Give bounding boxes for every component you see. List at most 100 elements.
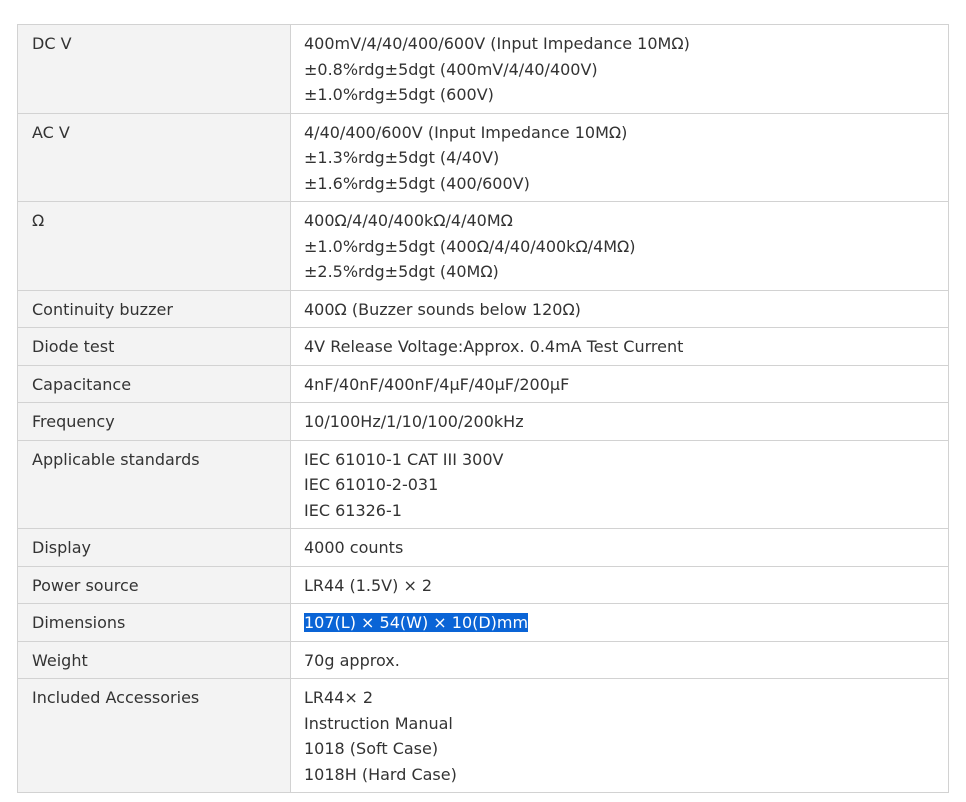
spec-value-cell: 10/100Hz/1/10/100/200kHz (290, 402, 949, 441)
spec-label-cell: Included Accessories (17, 678, 291, 793)
spec-label: Display (32, 538, 91, 557)
spec-row: DC V 400mV/4/40/400/600V (Input Impedance… (17, 24, 949, 114)
spec-value-line: 1018H (Hard Case) (304, 762, 938, 788)
spec-value-text: 70g approx. (304, 650, 400, 670)
spec-value-cell: LR44× 2 Instruction Manual 1018 (Soft Case… (290, 678, 949, 793)
spec-label-cell: Capacitance (17, 364, 291, 403)
spec-value-line: 1018 (Soft Case) (304, 736, 938, 762)
spec-value-line: 10/100Hz/1/10/100/200kHz (304, 409, 938, 435)
spec-value-text: LR44 (1.5V) × 2 (304, 575, 433, 595)
selected-text[interactable]: 107(L) × 54(W) × 10(D)mm (304, 613, 529, 632)
spec-value-line: LR44× 2 (304, 685, 938, 711)
spec-row: Included Accessories LR44× 2 Instruction M… (17, 678, 949, 793)
spec-value-line: 400Ω (Buzzer sounds below 120Ω) (304, 297, 938, 323)
spec-label-cell: Dimensions (17, 603, 291, 642)
spec-value-cell: 400Ω/4/40/400kΩ/4/40MΩ ±1.0%rdg±5dgt (400… (290, 201, 949, 291)
spec-value-text: ±1.0%rdg±5dgt (400Ω/4/40/400kΩ/4MΩ) (304, 236, 636, 256)
spec-value-text: 400Ω/4/40/400kΩ/4/40MΩ (304, 211, 513, 230)
spec-value-line: 4V Release Voltage:Approx. 0.4mA Test Cu… (304, 334, 938, 360)
spec-value-line: 107(L) × 54(W) × 10(D)mm (304, 610, 938, 636)
spec-value-line: 400Ω/4/40/400kΩ/4/40MΩ (304, 208, 938, 234)
spec-value-cell: 4/40/400/600V (Input Impedance 10MΩ) ±1.3… (290, 112, 949, 202)
spec-value-line: LR44 (1.5V) × 2 (304, 573, 938, 599)
spec-label: Diode test (32, 337, 115, 356)
spec-value-line: IEC 61010-1 CAT III 300V (304, 447, 938, 473)
spec-value-text: Instruction Manual (304, 713, 453, 733)
spec-value-text: ±1.3%rdg±5dgt (4/40V) (304, 148, 500, 167)
spec-value-text: LR44× 2 (304, 688, 374, 707)
spec-row: AC V 4/40/400/600V (Input Impedance 10MΩ)… (17, 112, 949, 202)
spec-value-text: 4000 counts (304, 538, 404, 557)
spec-value-cell: 4000 counts (290, 528, 949, 567)
spec-value-text: 1018H (Hard Case) (304, 764, 457, 784)
spec-label: AC V (32, 122, 70, 142)
spec-value-text: 4nF/40nF/400nF/4μF/40μF/200μF (304, 374, 570, 394)
spec-value-text: 4V Release Voltage:Approx. 0.4mA Test Cu… (304, 337, 684, 356)
spec-label: Applicable standards (32, 449, 200, 469)
spec-label-cell: Ω (17, 201, 291, 291)
spec-value-text: 10/100Hz/1/10/100/200kHz (304, 412, 524, 431)
spec-row: Applicable standards IEC 61010-1 CAT III … (17, 439, 949, 529)
spec-value-text: IEC 61010-2-031 (304, 475, 439, 494)
spec-value-line: ±1.3%rdg±5dgt (4/40V) (304, 145, 938, 171)
spec-label-cell: Frequency (17, 402, 291, 441)
spec-row: Power source LR44 (1.5V) × 2 (17, 565, 949, 604)
spec-value-line: ±1.6%rdg±5dgt (400/600V) (304, 171, 938, 197)
spec-value-cell: 4V Release Voltage:Approx. 0.4mA Test Cu… (290, 327, 949, 366)
spec-row: Continuity buzzer 400Ω (Buzzer sounds bel… (17, 289, 949, 328)
spec-value-line: IEC 61326-1 (304, 498, 938, 524)
spec-value-cell: 107(L) × 54(W) × 10(D)mm (290, 603, 949, 642)
spec-value-cell: 70g approx. (290, 640, 949, 679)
spec-value-line: ±1.0%rdg±5dgt (400Ω/4/40/400kΩ/4MΩ) (304, 234, 938, 260)
spec-value-line: ±1.0%rdg±5dgt (600V) (304, 82, 938, 108)
spec-value-cell: 4nF/40nF/400nF/4μF/40μF/200μF (290, 364, 949, 403)
spec-value-text: 400Ω (Buzzer sounds below 120Ω) (304, 299, 581, 319)
spec-label-cell: Diode test (17, 327, 291, 366)
spec-value-line: 4/40/400/600V (Input Impedance 10MΩ) (304, 120, 938, 146)
spec-value-text: IEC 61010-1 CAT III 300V (304, 449, 504, 469)
spec-value-line: 4nF/40nF/400nF/4μF/40μF/200μF (304, 372, 938, 398)
spec-label: Ω (32, 211, 45, 230)
spec-label-cell: Weight (17, 640, 291, 679)
spec-value-text: ±2.5%rdg±5dgt (40MΩ) (304, 262, 499, 281)
spec-label-cell: Power source (17, 565, 291, 604)
spec-label: Power source (32, 575, 139, 595)
spec-value-line: 70g approx. (304, 648, 938, 674)
spec-value-text: ±1.0%rdg±5dgt (600V) (304, 85, 494, 104)
spec-value-cell: 400mV/4/40/400/600V (Input Impedance 10M… (290, 24, 949, 114)
spec-label: Weight (32, 650, 88, 670)
spec-row: Capacitance 4nF/40nF/400nF/4μF/40μF/200μF (17, 364, 949, 403)
spec-label: Included Accessories (32, 688, 200, 707)
spec-label: Dimensions (32, 613, 126, 632)
spec-value-text: 400mV/4/40/400/600V (Input Impedance 10M… (304, 34, 690, 53)
spec-label: Frequency (32, 412, 115, 431)
spec-value-cell: IEC 61010-1 CAT III 300V IEC 61010-2-031 I… (290, 439, 949, 529)
spec-value-cell: 400Ω (Buzzer sounds below 120Ω) (290, 289, 949, 328)
spec-value-line: ±0.8%rdg±5dgt (400mV/4/40/400V) (304, 57, 938, 83)
spec-value-text: 4/40/400/600V (Input Impedance 10MΩ) (304, 122, 628, 142)
spec-value-line: 4000 counts (304, 535, 938, 561)
spec-label-cell: AC V (17, 112, 291, 202)
spec-value-line: 400mV/4/40/400/600V (Input Impedance 10M… (304, 31, 938, 57)
spec-label: Continuity buzzer (32, 299, 173, 319)
spec-value-text: IEC 61326-1 (304, 500, 402, 520)
spec-label: Capacitance (32, 374, 132, 394)
spec-table-body: DC V 400mV/4/40/400/600V (Input Impedance… (17, 24, 949, 793)
spec-row: Frequency 10/100Hz/1/10/100/200kHz (17, 402, 949, 441)
spec-value-line: Instruction Manual (304, 711, 938, 737)
spec-value-cell: LR44 (1.5V) × 2 (290, 565, 949, 604)
spec-row: Display 4000 counts (17, 528, 949, 567)
spec-row: Diode test 4V Release Voltage:Approx. 0.4… (17, 327, 949, 366)
spec-value-line: ±2.5%rdg±5dgt (40MΩ) (304, 259, 938, 285)
spec-value-text: ±0.8%rdg±5dgt (400mV/4/40/400V) (304, 59, 598, 79)
spec-row: Dimensions 107(L) × 54(W) × 10(D)mm (17, 603, 949, 642)
spec-value-text: 1018 (Soft Case) (304, 739, 439, 758)
spec-label-cell: DC V (17, 24, 291, 114)
spec-label-cell: Applicable standards (17, 439, 291, 529)
spec-label: DC V (32, 34, 72, 53)
spec-label-cell: Continuity buzzer (17, 289, 291, 328)
spec-row: Ω 400Ω/4/40/400kΩ/4/40MΩ ±1.0%rdg±5dgt (40… (17, 201, 949, 291)
spec-label-cell: Display (17, 528, 291, 567)
spec-row: Weight 70g approx. (17, 640, 949, 679)
spec-value-text: ±1.6%rdg±5dgt (400/600V) (304, 173, 530, 193)
